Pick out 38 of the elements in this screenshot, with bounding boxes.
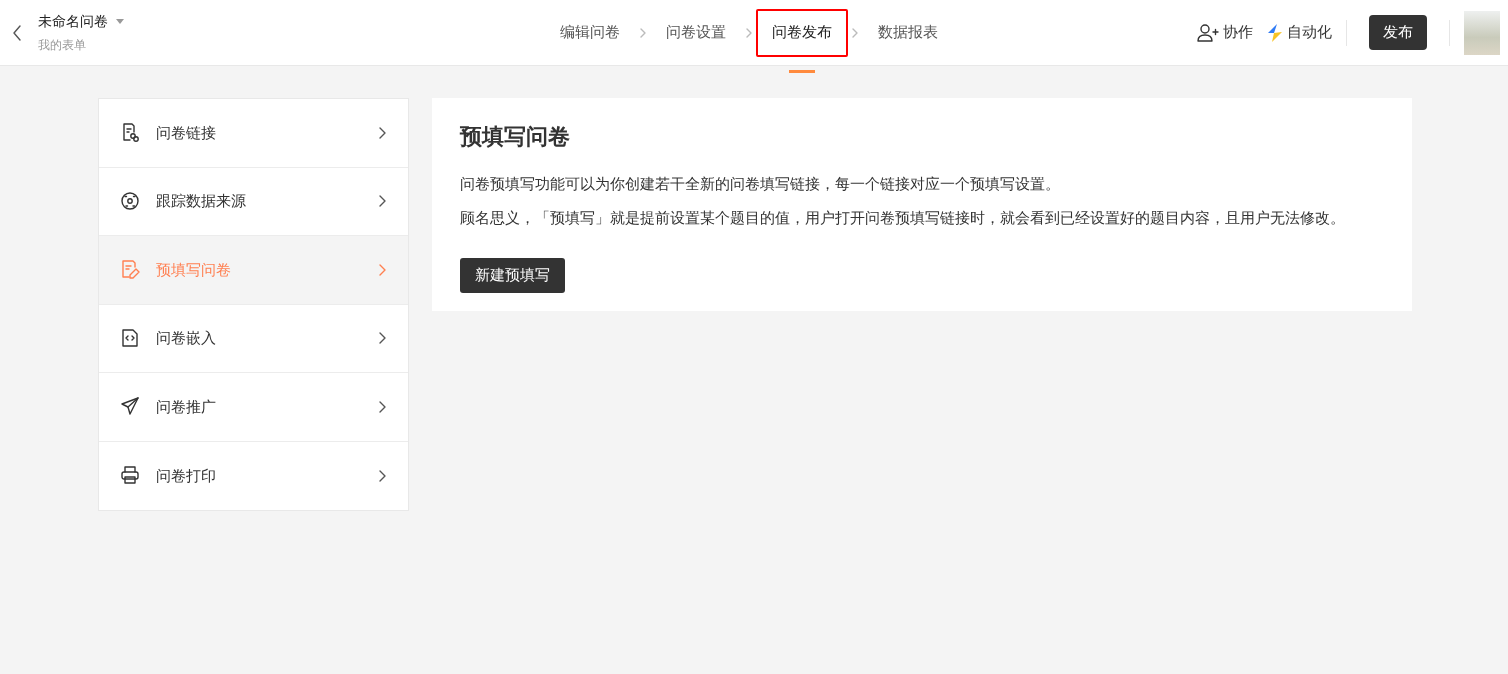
active-tab-underline: [789, 69, 815, 73]
chevron-icon: [379, 400, 386, 413]
target-icon: [121, 191, 140, 211]
paper-plane-icon: [121, 397, 140, 417]
add-user-icon: [1197, 23, 1219, 42]
sidebar-label: 问卷推广: [156, 396, 217, 417]
collaborate-button[interactable]: 协作: [1197, 21, 1253, 44]
chevron-icon: [379, 195, 386, 208]
automation-button[interactable]: 自动化: [1267, 21, 1332, 44]
description-text: 顾名思义，「预填写」就是提前设置某个题目的值，用户打开问卷预填写链接时，就会看到已经设置好的题目内容，且用户无法修改。: [460, 208, 1346, 229]
back-icon: [12, 24, 22, 43]
step-tab[interactable]: 编辑问卷: [544, 8, 636, 57]
form-title: 未命名问卷: [38, 12, 108, 31]
sidebar-label: 跟踪数据来源: [156, 191, 247, 211]
edit-file-icon: [121, 260, 140, 280]
lightning-icon: [1267, 23, 1283, 42]
link-file-icon: [121, 123, 140, 143]
publish-button[interactable]: 发布: [1369, 15, 1427, 50]
step-tab[interactable]: 数据报表: [862, 8, 954, 57]
chevron-icon: [379, 126, 386, 139]
sidebar-label: 预填写问卷: [156, 259, 232, 280]
code-file-icon: [121, 328, 140, 348]
chevron-icon: [379, 263, 386, 276]
sidebar-label: 问卷链接: [156, 122, 217, 143]
panel-title: 预填写问卷: [460, 124, 571, 151]
breadcrumb-text: 我的表单: [38, 37, 87, 54]
sidebar-label: 问卷嵌入: [156, 328, 217, 348]
sidebar-label: 问卷打印: [156, 465, 217, 486]
new-prefill-button[interactable]: 新建预填写: [460, 258, 565, 293]
chevron-icon: [379, 469, 386, 482]
chevron-icon: [852, 27, 858, 38]
chevron-icon: [379, 332, 386, 345]
step-tab[interactable]: 问卷设置: [650, 8, 742, 57]
description-text: 问卷预填写功能可以为你创建若干全新的问卷填写链接，每一个链接对应一个预填写设置。: [460, 174, 1061, 195]
chevron-icon: [640, 27, 646, 38]
chevron-icon: [746, 27, 752, 38]
caret-icon: [116, 19, 124, 24]
printer-icon: [121, 466, 140, 486]
